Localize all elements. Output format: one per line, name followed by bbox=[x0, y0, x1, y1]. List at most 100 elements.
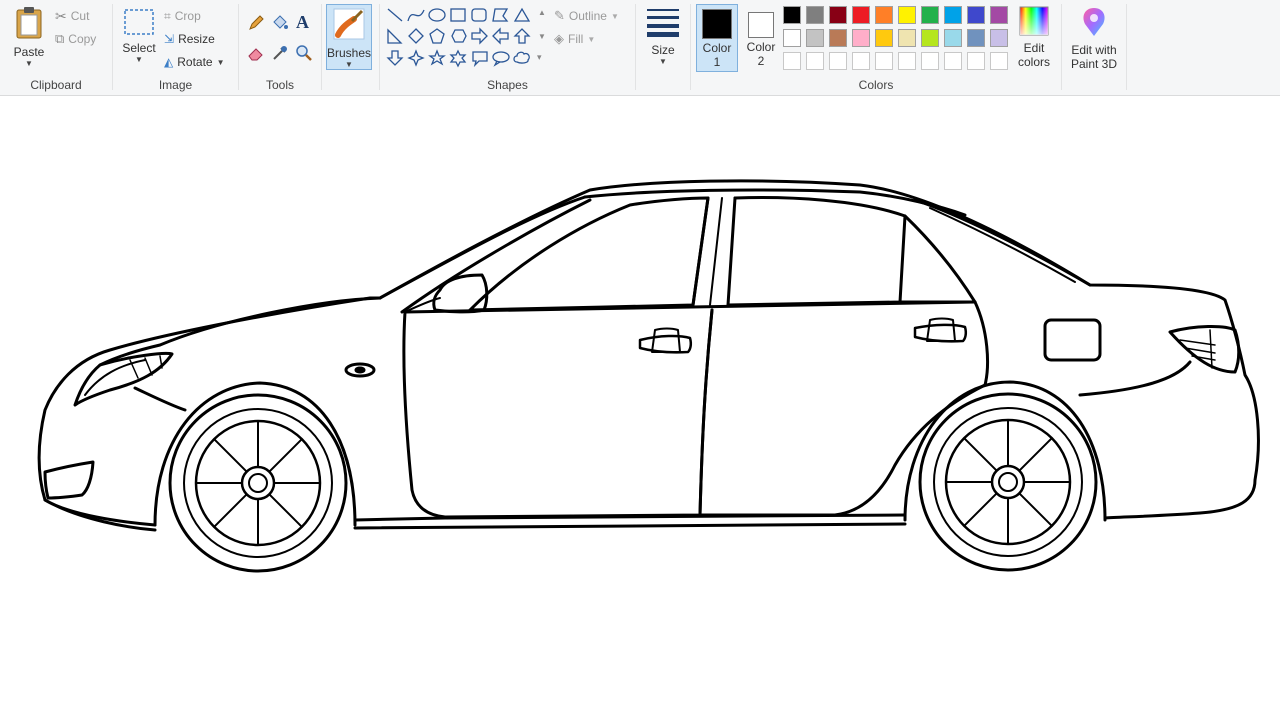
palette-swatch[interactable] bbox=[944, 29, 962, 47]
palette-swatch[interactable] bbox=[898, 6, 916, 24]
shapes-group-label: Shapes bbox=[487, 78, 528, 92]
palette-swatch[interactable] bbox=[944, 52, 962, 70]
cut-label: Cut bbox=[70, 9, 90, 23]
right-arrow-shape-icon[interactable] bbox=[471, 27, 488, 45]
rounded-callout-shape-icon[interactable] bbox=[472, 51, 488, 68]
palette-swatch[interactable] bbox=[990, 6, 1008, 24]
palette-swatch[interactable] bbox=[921, 29, 939, 47]
paste-button[interactable]: Paste ▼ bbox=[8, 6, 50, 68]
curve-shape-icon[interactable] bbox=[407, 9, 425, 22]
edit-colors-button[interactable]: Edit colors bbox=[1014, 4, 1054, 69]
rotate-button[interactable]: ◭ Rotate ▼ bbox=[164, 52, 225, 72]
shapes-gallery[interactable] bbox=[385, 6, 541, 68]
six-point-star-shape-icon[interactable] bbox=[449, 49, 467, 68]
oval-shape-icon[interactable] bbox=[428, 8, 446, 22]
outline-label: Outline bbox=[568, 9, 607, 23]
palette-swatch[interactable] bbox=[967, 6, 985, 24]
color2-button[interactable]: Color 2 bbox=[741, 4, 781, 72]
palette-swatch[interactable] bbox=[806, 6, 824, 24]
text-tool-icon[interactable]: A bbox=[296, 12, 309, 33]
color1-number: 1 bbox=[713, 55, 721, 69]
rear-wheel bbox=[918, 392, 1098, 572]
palette-swatch[interactable] bbox=[967, 29, 985, 47]
front-window bbox=[468, 196, 710, 312]
palette-swatch[interactable] bbox=[990, 29, 1008, 47]
pentagon-shape-icon[interactable] bbox=[429, 28, 445, 44]
shapes-gallery-expand[interactable]: ▾ bbox=[537, 52, 542, 63]
palette-swatch[interactable] bbox=[783, 6, 801, 24]
four-point-star-shape-icon[interactable] bbox=[407, 49, 425, 67]
palette-swatch[interactable] bbox=[829, 52, 847, 70]
palette-swatch[interactable] bbox=[967, 52, 985, 70]
palette-swatch[interactable] bbox=[852, 52, 870, 70]
eraser-icon[interactable] bbox=[247, 44, 265, 62]
line-shape-icon[interactable] bbox=[387, 8, 403, 22]
oval-callout-shape-icon[interactable] bbox=[492, 51, 510, 67]
brush-icon bbox=[333, 8, 365, 40]
right-triangle-shape-icon[interactable] bbox=[387, 28, 403, 44]
palette-swatch[interactable] bbox=[806, 52, 824, 70]
palette-swatch[interactable] bbox=[829, 6, 847, 24]
copy-button[interactable]: ⧉ Copy bbox=[55, 29, 96, 49]
triangle-shape-icon[interactable] bbox=[513, 7, 531, 22]
crop-button[interactable]: ⌗ Crop bbox=[164, 6, 201, 26]
five-point-star-shape-icon[interactable] bbox=[428, 49, 446, 66]
paint3d-group: Edit with Paint 3D bbox=[1062, 0, 1126, 95]
color1-button[interactable]: Color 1 bbox=[696, 4, 738, 72]
fill-button[interactable]: ◈ Fill ▼ bbox=[554, 29, 595, 49]
brushes-button[interactable]: Brushes ▼ bbox=[326, 4, 372, 70]
cloud-callout-shape-icon[interactable] bbox=[513, 51, 530, 64]
palette-swatch[interactable] bbox=[852, 29, 870, 47]
edit-with-paint3d-button[interactable]: Edit with Paint 3D bbox=[1064, 6, 1124, 71]
color-spectrum-icon bbox=[1019, 6, 1049, 36]
rounded-rectangle-shape-icon[interactable] bbox=[471, 8, 487, 22]
color-picker-icon[interactable] bbox=[271, 44, 289, 62]
palette-swatch[interactable] bbox=[921, 52, 939, 70]
select-button[interactable]: Select ▼ bbox=[119, 8, 159, 64]
b-pillar-mid bbox=[709, 197, 723, 306]
palette-swatch[interactable] bbox=[990, 52, 1008, 70]
color2-swatch bbox=[748, 12, 774, 38]
image-group: Select ▼ ⌗ Crop ⇲ Resize ◭ Rotate ▼ Imag… bbox=[113, 0, 238, 95]
rectangle-shape-icon[interactable] bbox=[450, 8, 466, 22]
brushes-dropdown-caret[interactable]: ▼ bbox=[327, 60, 371, 69]
palette-swatch[interactable] bbox=[783, 52, 801, 70]
fill-dropdown-caret[interactable]: ▼ bbox=[587, 35, 595, 44]
hexagon-shape-icon[interactable] bbox=[451, 29, 467, 43]
resize-button[interactable]: ⇲ Resize bbox=[164, 29, 215, 49]
palette-swatch[interactable] bbox=[898, 29, 916, 47]
polygon-shape-icon[interactable] bbox=[492, 8, 509, 22]
shapes-scroll-up[interactable]: ▲ bbox=[538, 8, 546, 17]
select-dropdown-caret[interactable]: ▼ bbox=[119, 55, 159, 64]
pencil-icon[interactable] bbox=[247, 14, 265, 32]
palette-swatch[interactable] bbox=[875, 52, 893, 70]
outline-button[interactable]: ✎ Outline ▼ bbox=[554, 6, 619, 26]
paste-dropdown-caret[interactable]: ▼ bbox=[8, 59, 50, 68]
palette-swatch[interactable] bbox=[852, 6, 870, 24]
outline-dropdown-caret[interactable]: ▼ bbox=[611, 12, 619, 21]
size-button[interactable]: Size ▼ bbox=[642, 6, 684, 66]
left-arrow-shape-icon[interactable] bbox=[492, 27, 509, 45]
drawing-canvas[interactable] bbox=[7, 97, 1280, 720]
palette-swatch[interactable] bbox=[829, 29, 847, 47]
diamond-shape-icon[interactable] bbox=[408, 28, 424, 44]
palette-swatch[interactable] bbox=[783, 29, 801, 47]
copy-label: Copy bbox=[68, 32, 97, 46]
palette-swatch[interactable] bbox=[921, 6, 939, 24]
paint3d-label-line2: Paint 3D bbox=[1070, 57, 1118, 71]
rotate-dropdown-caret[interactable]: ▼ bbox=[217, 58, 225, 67]
shapes-scroll-down[interactable]: ▼ bbox=[538, 32, 546, 41]
palette-swatch[interactable] bbox=[898, 52, 916, 70]
palette-swatch[interactable] bbox=[806, 29, 824, 47]
down-arrow-shape-icon[interactable] bbox=[386, 50, 404, 66]
palette-swatch[interactable] bbox=[875, 6, 893, 24]
palette-swatch[interactable] bbox=[944, 6, 962, 24]
paint3d-icon bbox=[1083, 8, 1105, 36]
size-dropdown-caret[interactable]: ▼ bbox=[642, 57, 684, 66]
up-arrow-shape-icon[interactable] bbox=[513, 28, 531, 44]
magnifier-icon[interactable] bbox=[295, 44, 313, 62]
cut-button[interactable]: ✂ Cut bbox=[55, 6, 89, 26]
palette-swatch[interactable] bbox=[875, 29, 893, 47]
rotate-label: Rotate bbox=[177, 55, 213, 69]
fill-bucket-icon[interactable] bbox=[271, 14, 289, 32]
